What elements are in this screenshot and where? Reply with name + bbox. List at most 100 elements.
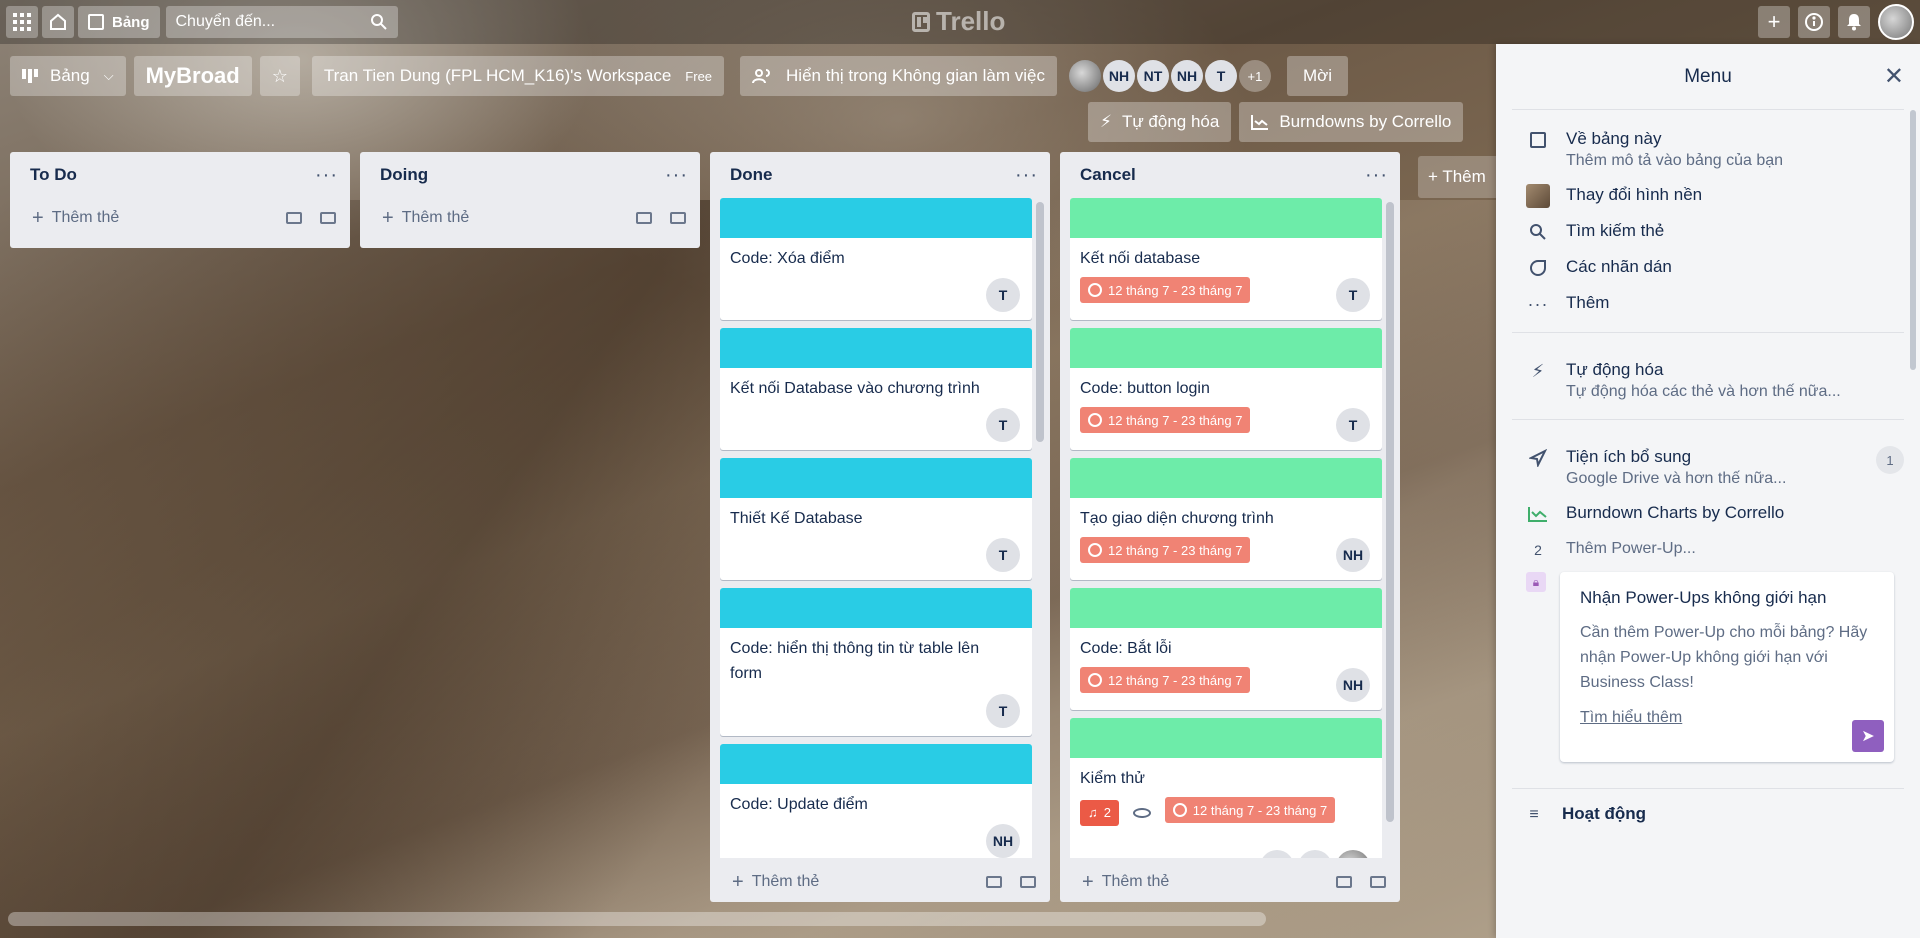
add-card-button[interactable]: + Thêm thẻ bbox=[382, 207, 618, 230]
template-card-icon[interactable] bbox=[670, 212, 686, 224]
card[interactable]: Code: Xóa điểm T bbox=[720, 198, 1032, 320]
video-icon[interactable] bbox=[986, 876, 1002, 888]
invite-button[interactable]: Mời bbox=[1286, 56, 1349, 96]
board-title[interactable]: MyBroad bbox=[133, 56, 252, 96]
trello-logo[interactable]: Trello bbox=[912, 6, 1005, 37]
list-header[interactable]: Doing ··· bbox=[360, 152, 700, 198]
menu-item-automation[interactable]: ⚡︎ Tự động hóa Tự động hóa các thẻ và hơ… bbox=[1496, 345, 1920, 409]
sticker-icon bbox=[1526, 256, 1550, 280]
menu-item-stickers[interactable]: Các nhãn dán bbox=[1496, 250, 1920, 286]
menu-item-more[interactable]: ··· Thêm bbox=[1496, 286, 1920, 322]
more-members-button[interactable]: +1 bbox=[1238, 60, 1271, 92]
due-date-badge[interactable]: 12 tháng 7 - 23 tháng 7 bbox=[1164, 797, 1336, 823]
list-cancel: Cancel ··· Kết nối database 12 tháng 7 -… bbox=[1060, 152, 1400, 902]
boards-button[interactable]: Bảng bbox=[78, 6, 160, 38]
card[interactable]: Code: Update điểm NH bbox=[720, 744, 1032, 858]
card-member-avatar[interactable] bbox=[1336, 850, 1370, 858]
card-member-avatar[interactable]: NH bbox=[986, 824, 1020, 858]
add-list-button[interactable]: + Thêm bbox=[1418, 156, 1508, 198]
due-date-badge[interactable]: 12 tháng 7 - 23 tháng 7 bbox=[1080, 277, 1251, 303]
card[interactable]: Tạo giao diện chương trình 12 tháng 7 - … bbox=[1070, 458, 1382, 580]
member-avatar[interactable]: T bbox=[1204, 60, 1237, 92]
visibility-button[interactable]: Hiển thị trong Không gian làm việc bbox=[740, 56, 1057, 96]
list-header[interactable]: Cancel ··· bbox=[1060, 152, 1400, 198]
automation-button[interactable]: ⚡︎ Tự động hóa bbox=[1088, 102, 1232, 142]
add-card-button[interactable]: + Thêm thẻ bbox=[1082, 871, 1318, 894]
star-board-button[interactable]: ☆ bbox=[259, 56, 300, 96]
card[interactable]: Kiểm thử ♫︎2 12 tháng 7 - 23 tháng 7 NH … bbox=[1070, 718, 1382, 858]
list-title[interactable]: To Do bbox=[30, 165, 77, 185]
member-avatar[interactable]: NT bbox=[1136, 60, 1169, 92]
search-input[interactable]: Chuyển đến... bbox=[165, 6, 398, 38]
template-card-icon[interactable] bbox=[1020, 876, 1036, 888]
bell-icon bbox=[1847, 14, 1861, 31]
menu-item-change-background[interactable]: Thay đổi hình nền bbox=[1496, 178, 1920, 214]
card[interactable]: Code: hiển thị thông tin từ table lên fo… bbox=[720, 588, 1032, 736]
list-scrollbar[interactable] bbox=[1036, 202, 1044, 442]
list-title[interactable]: Doing bbox=[380, 165, 428, 185]
due-date-label: 12 tháng 7 - 23 tháng 7 bbox=[1108, 412, 1243, 428]
list-header[interactable]: To Do ··· bbox=[10, 152, 350, 198]
menu-item-about-board[interactable]: Về bảng này Thêm mô tả vào bảng của bạn bbox=[1496, 122, 1920, 178]
info-button[interactable] bbox=[1798, 6, 1830, 38]
card[interactable]: Code: Bắt lỗi 12 tháng 7 - 23 tháng 7 NH bbox=[1070, 588, 1382, 710]
member-avatar[interactable]: NH bbox=[1170, 60, 1203, 92]
card-member-avatar[interactable]: NH bbox=[1260, 850, 1294, 858]
member-avatar[interactable] bbox=[1068, 60, 1101, 92]
burndown-button[interactable]: Burndowns by Corrello bbox=[1239, 102, 1464, 142]
template-card-icon[interactable] bbox=[1370, 876, 1386, 888]
notification-badge[interactable]: ♫︎ 2 bbox=[1080, 799, 1119, 826]
create-button[interactable]: + bbox=[1758, 6, 1790, 38]
notifications-button[interactable] bbox=[1838, 6, 1870, 38]
menu-scrollbar[interactable] bbox=[1910, 110, 1916, 370]
card-member-avatar[interactable]: T bbox=[986, 278, 1020, 312]
menu-item-label: Tiện ích bổ sung bbox=[1566, 447, 1692, 466]
menu-item-burndown-charts[interactable]: Burndown Charts by Corrello bbox=[1496, 496, 1920, 532]
card[interactable]: Code: button login 12 tháng 7 - 23 tháng… bbox=[1070, 328, 1382, 450]
workspace-button[interactable]: Tran Tien Dung (FPL HCM_K16)'s Workspace… bbox=[311, 56, 725, 96]
board-horizontal-scrollbar[interactable] bbox=[8, 912, 1266, 926]
due-date-badge[interactable]: 12 tháng 7 - 23 tháng 7 bbox=[1080, 667, 1251, 693]
list-header[interactable]: Done ··· bbox=[710, 152, 1050, 198]
card-member-avatar[interactable]: T bbox=[986, 408, 1020, 442]
card-member-avatar[interactable]: T bbox=[1336, 408, 1370, 442]
close-icon[interactable]: ✕ bbox=[1884, 62, 1904, 91]
home-button[interactable] bbox=[42, 6, 74, 38]
card[interactable]: Kết nối Database vào chương trình T bbox=[720, 328, 1032, 450]
user-avatar[interactable] bbox=[1878, 4, 1914, 40]
card-list[interactable]: Code: Xóa điểm T Kết nối Database vào ch… bbox=[710, 198, 1050, 858]
learn-more-link[interactable]: Tìm hiểu thêm bbox=[1580, 709, 1682, 727]
board-view-switcher[interactable]: Bảng ⌵ bbox=[10, 56, 126, 96]
video-icon[interactable] bbox=[636, 212, 652, 224]
list-title[interactable]: Done bbox=[730, 165, 773, 185]
promo-title: Nhận Power-Ups không giới hạn bbox=[1580, 588, 1827, 607]
card-member-avatar[interactable]: NH bbox=[1336, 538, 1370, 572]
topbar-right-actions: + bbox=[1758, 4, 1914, 40]
card-member-avatar[interactable]: T bbox=[986, 538, 1020, 572]
menu-item-search-cards[interactable]: Tìm kiếm thẻ bbox=[1496, 214, 1920, 250]
member-avatar[interactable]: NH bbox=[1102, 60, 1135, 92]
send-icon[interactable]: ➤ bbox=[1852, 720, 1884, 752]
card-member-avatar[interactable]: NH bbox=[1336, 668, 1370, 702]
card-list[interactable]: Kết nối database 12 tháng 7 - 23 tháng 7… bbox=[1060, 198, 1400, 858]
video-icon[interactable] bbox=[1336, 876, 1352, 888]
due-date-badge[interactable]: 12 tháng 7 - 23 tháng 7 bbox=[1080, 537, 1251, 563]
trello-logo-text: Trello bbox=[936, 6, 1006, 36]
card[interactable]: Thiết Kế Database T bbox=[720, 458, 1032, 580]
card[interactable]: Kết nối database 12 tháng 7 - 23 tháng 7… bbox=[1070, 198, 1382, 320]
apps-grid-button[interactable] bbox=[6, 6, 38, 38]
list-title[interactable]: Cancel bbox=[1080, 165, 1136, 185]
template-card-icon[interactable] bbox=[320, 212, 336, 224]
add-card-button[interactable]: + Thêm thẻ bbox=[732, 871, 968, 894]
list-scrollbar[interactable] bbox=[1386, 202, 1394, 822]
menu-item-powerups[interactable]: Tiện ích bổ sung Google Drive và hơn thế… bbox=[1496, 432, 1920, 496]
add-card-button[interactable]: + Thêm thẻ bbox=[32, 207, 268, 230]
menu-item-activity[interactable]: ≡ Hoạt động bbox=[1496, 801, 1920, 833]
due-date-badge[interactable]: 12 tháng 7 - 23 tháng 7 bbox=[1080, 407, 1251, 433]
video-icon[interactable] bbox=[286, 212, 302, 224]
menu-item-add-powerup[interactable]: 2 Thêm Power-Up... bbox=[1496, 532, 1920, 568]
card-member-avatar[interactable]: NT bbox=[1298, 850, 1332, 858]
board-members: NH NT NH T +1 bbox=[1068, 60, 1273, 92]
card-member-avatar[interactable]: T bbox=[986, 694, 1020, 728]
card-member-avatar[interactable]: T bbox=[1336, 278, 1370, 312]
